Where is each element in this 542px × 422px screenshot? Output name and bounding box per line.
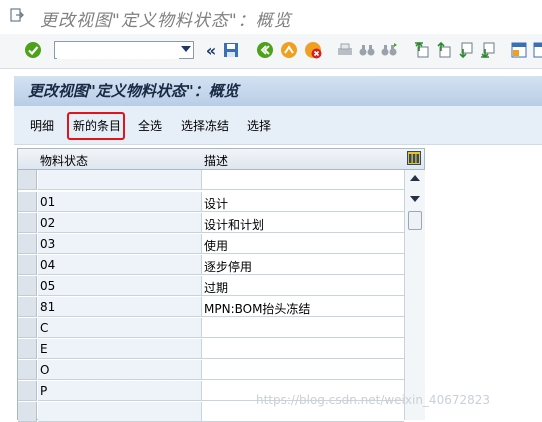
table-cell-description[interactable]: MPN:BOM抬头冻结 bbox=[202, 297, 404, 317]
row-selector[interactable] bbox=[18, 276, 37, 296]
last-page-icon[interactable] bbox=[478, 41, 496, 59]
row-selector[interactable] bbox=[18, 381, 37, 401]
table-control: 物料状态 描述 01 设计 02 设计和计划 03 使用 04 逐步停用 05 … bbox=[17, 148, 425, 422]
table-cell-status[interactable]: 02 bbox=[38, 213, 202, 233]
screen-header: 更改视图"定义物料状态"：概览 bbox=[14, 76, 542, 106]
table-cell-status[interactable]: E bbox=[38, 339, 202, 359]
row-selector[interactable] bbox=[18, 339, 37, 359]
scroll-thumb[interactable] bbox=[408, 211, 422, 230]
back-icon[interactable] bbox=[256, 41, 274, 59]
table-cell-description[interactable] bbox=[202, 360, 404, 380]
table-cell-description[interactable]: 设计 bbox=[202, 192, 404, 212]
table-settings-icon[interactable] bbox=[407, 151, 421, 165]
row-selector[interactable] bbox=[18, 234, 37, 254]
highlight-box bbox=[67, 112, 125, 140]
column-header-status[interactable]: 物料状态 bbox=[40, 152, 88, 169]
page-title: 更改视图"定义物料状态"：概览 bbox=[28, 82, 239, 100]
column-header-description[interactable]: 描述 bbox=[204, 152, 228, 169]
row-selector[interactable] bbox=[18, 170, 37, 190]
first-page-icon[interactable] bbox=[412, 41, 430, 59]
row-selector[interactable] bbox=[18, 192, 37, 212]
select-all-button[interactable]: 全选 bbox=[138, 117, 162, 134]
save-icon[interactable] bbox=[222, 41, 240, 59]
find-icon[interactable] bbox=[358, 41, 376, 59]
table-cell-status[interactable]: 81 bbox=[38, 297, 202, 317]
scroll-up-icon[interactable] bbox=[410, 175, 420, 181]
next-page-icon[interactable] bbox=[456, 41, 474, 59]
details-button[interactable]: 明细 bbox=[30, 117, 54, 134]
table-cell-description[interactable]: 使用 bbox=[202, 234, 404, 254]
cancel-icon[interactable] bbox=[304, 41, 322, 59]
scroll-down-icon[interactable] bbox=[410, 196, 420, 202]
table-cell-status[interactable]: C bbox=[38, 318, 202, 338]
table-cell-status[interactable]: P bbox=[38, 381, 202, 401]
chevron-down-icon[interactable] bbox=[181, 46, 191, 52]
table-cell-description[interactable]: 逐步停用 bbox=[202, 255, 404, 275]
exit-icon[interactable] bbox=[10, 8, 24, 22]
window-title: 更改视图"定义物料状态"：概览 bbox=[40, 11, 292, 31]
table-header: 物料状态 描述 bbox=[18, 149, 424, 170]
table-cell-status[interactable]: 03 bbox=[38, 234, 202, 254]
table-cell-description[interactable] bbox=[202, 339, 404, 359]
table-cell-status[interactable] bbox=[38, 402, 202, 422]
exit-icon[interactable] bbox=[280, 41, 298, 59]
table-cell-description[interactable] bbox=[202, 170, 404, 190]
select-button[interactable]: 选择 bbox=[247, 117, 271, 134]
command-field[interactable] bbox=[54, 41, 194, 59]
row-selector[interactable] bbox=[18, 360, 37, 380]
enter-icon[interactable] bbox=[24, 41, 42, 59]
row-selector[interactable] bbox=[18, 255, 37, 275]
shortcut-icon[interactable] bbox=[532, 41, 542, 59]
table-cell-status[interactable]: 05 bbox=[38, 276, 202, 296]
new-session-icon[interactable] bbox=[510, 41, 528, 59]
table-cell-description[interactable]: 设计和计划 bbox=[202, 213, 404, 233]
window-title-bar: 更改视图"定义物料状态"：概览 bbox=[0, 0, 542, 34]
table-cell-description[interactable] bbox=[202, 318, 404, 338]
row-selector[interactable] bbox=[18, 402, 37, 422]
table-cell-status[interactable]: 04 bbox=[38, 255, 202, 275]
row-selector[interactable] bbox=[18, 318, 37, 338]
collapse-icon[interactable]: « bbox=[202, 41, 220, 60]
vertical-scrollbar[interactable] bbox=[404, 170, 425, 420]
select-block-button[interactable]: 选择冻结 bbox=[181, 117, 229, 134]
table-cell-status[interactable]: 01 bbox=[38, 192, 202, 212]
row-selector[interactable] bbox=[18, 297, 37, 317]
standard-toolbar: « bbox=[0, 34, 542, 69]
table-cell-description[interactable]: 过期 bbox=[202, 276, 404, 296]
print-icon[interactable] bbox=[336, 41, 354, 59]
table-cell-status[interactable] bbox=[38, 170, 202, 190]
find-next-icon[interactable] bbox=[380, 41, 398, 59]
command-input[interactable] bbox=[57, 43, 179, 59]
row-selector[interactable] bbox=[18, 213, 37, 233]
table-cell-status[interactable]: O bbox=[38, 360, 202, 380]
prev-page-icon[interactable] bbox=[434, 41, 452, 59]
watermark: https://blog.csdn.net/weixin_40672823 bbox=[256, 393, 491, 407]
